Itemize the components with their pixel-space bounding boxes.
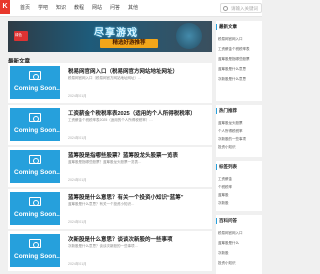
nav-item-sites[interactable]: 网站 <box>92 4 110 11</box>
article-summary: 税易网官网入口（税易网官方网站地址网址）… <box>68 76 142 80</box>
thumbnail-text: Coming Soon... <box>14 211 62 218</box>
article-summary: 蓝筹股是指哪些股票？蓝筹股龙头股票一览表… <box>68 160 142 164</box>
thumbnail-text: Coming Soon... <box>14 169 62 176</box>
camera-icon <box>29 71 41 80</box>
search-placeholder: 请输入关键词 <box>231 6 258 11</box>
main-nav: 首页 学吧 知识 教程 网站 问答 其他 <box>20 4 146 11</box>
article-thumbnail[interactable]: Coming Soon... <box>10 150 62 183</box>
article-date: 2024年01月 <box>68 136 87 140</box>
sidebar-qa: 百科问答 税易网官网入口 蓝筹股是什么 次新股 投资小知识 <box>216 215 262 274</box>
sidebar-link[interactable]: 蓝筹股是指哪些股票 <box>218 57 250 62</box>
article-date: 2024年01月 <box>68 262 87 266</box>
article-summary: 蓝筹股是什么意思？有关一个投资小知识… <box>68 202 135 206</box>
sidebar-title: 最新文章 <box>216 24 237 30</box>
search-icon <box>223 6 228 11</box>
camera-icon <box>29 239 41 248</box>
sidebar-link[interactable]: 蓝筹股是什么意思 <box>218 67 246 72</box>
article-summary: 工资薪金个税税率表2025（适用的个人所得税税率）… <box>68 118 153 122</box>
article-date: 2024年01月 <box>68 178 87 182</box>
nav-item-qa[interactable]: 问答 <box>110 4 128 11</box>
nav-item-tutorial[interactable]: 教程 <box>74 4 92 11</box>
article-date: 2024年01月 <box>68 94 87 98</box>
nav-item-knowledge[interactable]: 知识 <box>56 4 74 11</box>
article-card[interactable]: Coming Soon... 工资薪金个税税率表2025（适用的个人所得税税率）… <box>8 105 212 145</box>
article-title[interactable]: 蓝筹股是指哪些股票？蓝筹股龙头股票一览表 <box>68 151 178 159</box>
search-input[interactable]: 请输入关键词 <box>220 3 262 13</box>
sidebar-link[interactable]: 次新股的一些事项 <box>218 137 246 142</box>
article-summary: 次新股是什么意思？谈谈次新股的一些事项… <box>68 244 138 248</box>
promo-banner[interactable]: 绿色 尽享游戏 精选好游推荐 <box>8 21 212 52</box>
camera-icon <box>29 155 41 164</box>
article-title[interactable]: 次新股是什么意思？谈谈次新股的一些事项 <box>68 235 173 243</box>
sidebar-link[interactable]: 投资小知识 <box>218 145 236 150</box>
nav-item-learn[interactable]: 学吧 <box>38 4 56 11</box>
thumbnail-text: Coming Soon... <box>14 253 62 260</box>
nav-item-home[interactable]: 首页 <box>20 4 38 11</box>
article-card[interactable]: Coming Soon... 蓝筹股是什么意思？有关一个投资小知识“蓝筹” 蓝筹… <box>8 189 212 229</box>
sidebar-link[interactable]: 税易网官网入口 <box>218 37 243 42</box>
sidebar-tags: 标签列表 工资薪金 个税税率 蓝筹股 次新股 <box>216 161 262 211</box>
banner-subtitle: 精选好游推荐 <box>100 39 158 48</box>
article-thumbnail[interactable]: Coming Soon... <box>10 192 62 225</box>
sidebar-link[interactable]: 次新股是什么意思 <box>218 77 246 82</box>
sidebar-link[interactable]: 蓝筹股龙头股票 <box>218 121 243 126</box>
sidebar-title: 热门推荐 <box>216 108 237 114</box>
top-navbar: K 首页 学吧 知识 教程 网站 问答 其他 请输入关键词 <box>0 0 262 17</box>
sidebar-title: 标签列表 <box>216 164 237 170</box>
article-card[interactable]: Coming Soon... 蓝筹股是指哪些股票？蓝筹股龙头股票一览表 蓝筹股是… <box>8 147 212 187</box>
article-thumbnail[interactable]: Coming Soon... <box>10 234 62 267</box>
sidebar-hot: 热门推荐 蓝筹股龙头股票 个人所得税税率 次新股的一些事项 投资小知识 <box>216 105 262 157</box>
sidebar-link[interactable]: 工资薪金个税税率表 <box>218 47 250 52</box>
sidebar-link[interactable]: 蓝筹股是什么 <box>218 241 239 246</box>
camera-icon <box>29 113 41 122</box>
banner-decoration <box>176 23 202 49</box>
sidebar-title: 百科问答 <box>216 218 237 224</box>
sidebar-tag[interactable]: 工资薪金 <box>218 177 232 182</box>
thumbnail-text: Coming Soon... <box>14 127 62 134</box>
banner-title: 尽享游戏 <box>94 28 138 39</box>
article-thumbnail[interactable]: Coming Soon... <box>10 108 62 141</box>
sidebar-tag[interactable]: 蓝筹股 <box>218 193 229 198</box>
article-thumbnail[interactable]: Coming Soon... <box>10 66 62 99</box>
banner-badge-text: 绿色 <box>15 33 22 37</box>
sidebar-link[interactable]: 次新股 <box>218 251 229 256</box>
camera-icon <box>29 197 41 206</box>
thumbnail-text: Coming Soon... <box>14 85 62 92</box>
article-title[interactable]: 工资薪金个税税率表2025（适用的个人所得税税率） <box>68 109 196 117</box>
sidebar-tag[interactable]: 次新股 <box>218 201 229 206</box>
sidebar-link[interactable]: 投资小知识 <box>218 261 236 266</box>
sidebar-link[interactable]: 税易网官网入口 <box>218 231 243 236</box>
nav-item-other[interactable]: 其他 <box>128 4 146 11</box>
site-logo[interactable]: K <box>0 0 10 14</box>
article-card[interactable]: Coming Soon... 税易网官网入口（税易网官方网站地址网址） 税易网官… <box>8 63 212 103</box>
article-date: 2024年01月 <box>68 220 87 224</box>
sidebar-latest: 最新文章 税易网官网入口 工资薪金个税税率表 蓝筹股是指哪些股票 蓝筹股是什么意… <box>216 21 262 101</box>
sidebar-tag[interactable]: 个税税率 <box>218 185 232 190</box>
sidebar-link[interactable]: 个人所得税税率 <box>218 129 243 134</box>
article-card[interactable]: Coming Soon... 次新股是什么意思？谈谈次新股的一些事项 次新股是什… <box>8 231 212 271</box>
article-title[interactable]: 税易网官网入口（税易网官方网站地址网址） <box>68 67 178 75</box>
article-title[interactable]: 蓝筹股是什么意思？有关一个投资小知识“蓝筹” <box>68 193 184 201</box>
